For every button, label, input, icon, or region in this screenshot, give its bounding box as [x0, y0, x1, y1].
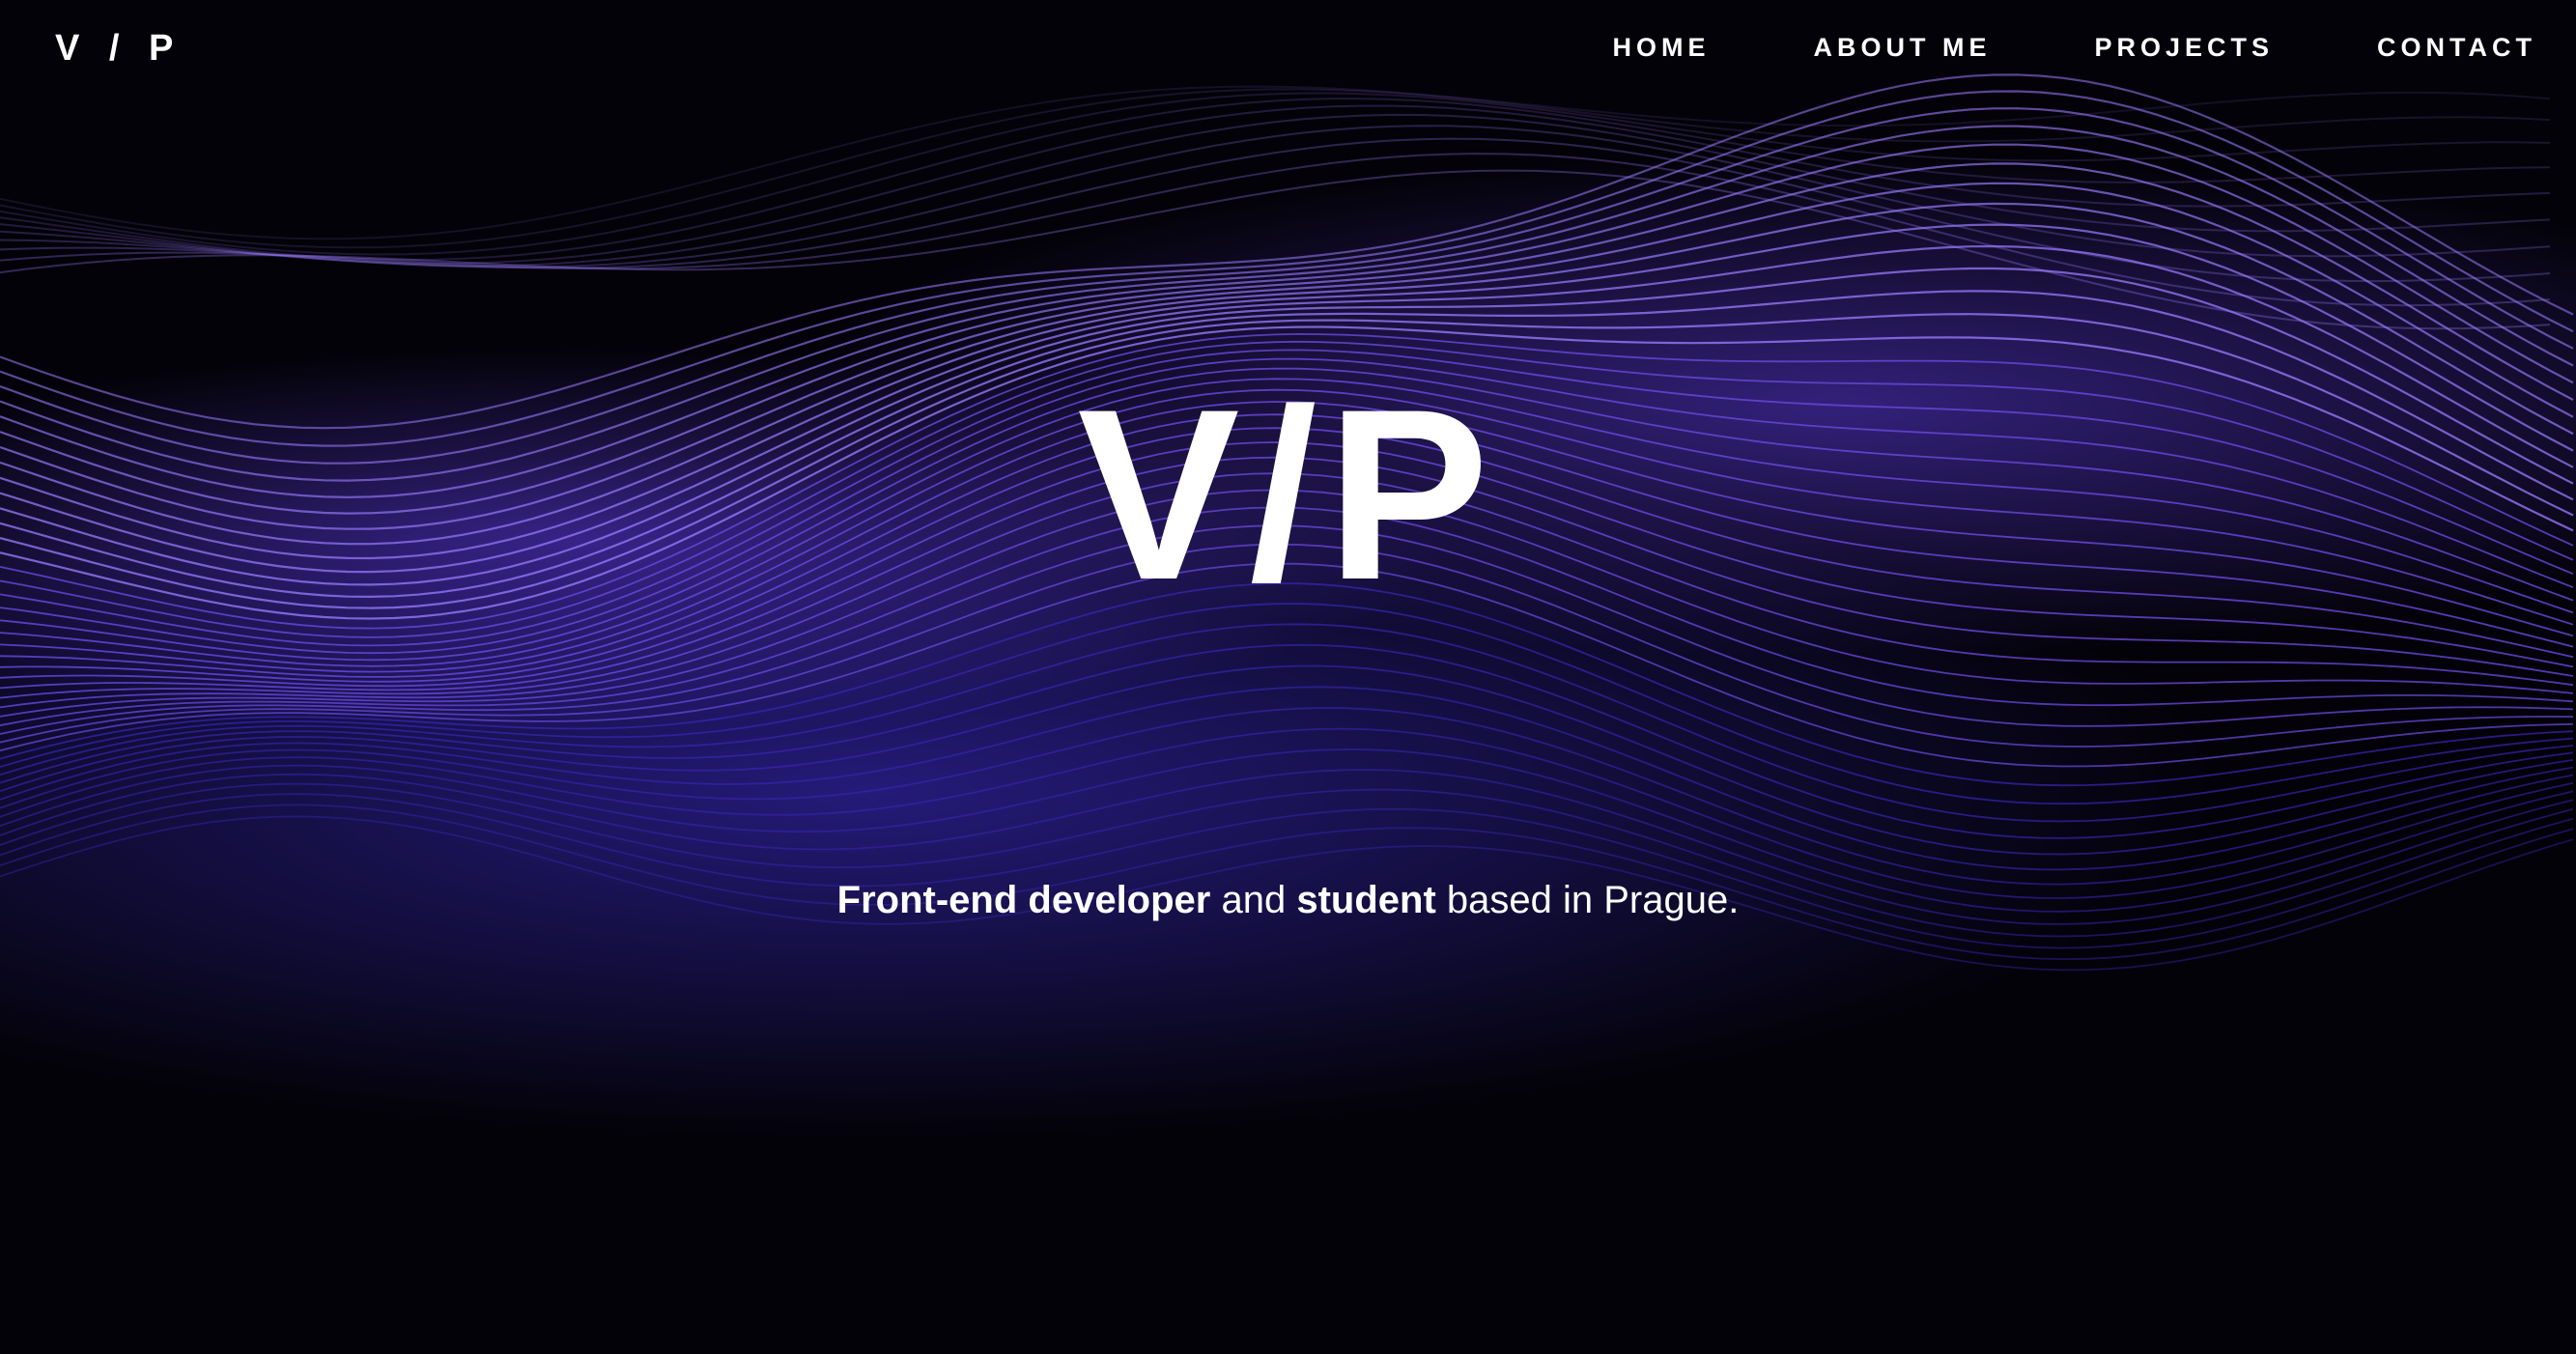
nav-item-home: HOME [1612, 31, 1710, 64]
nav-item-contact: CONTACT [2377, 31, 2536, 64]
top-navigation: V / P HOME ABOUT ME PROJECTS CONTACT [0, 0, 2576, 97]
tagline-and: and [1210, 879, 1297, 921]
site-logo[interactable]: V / P [55, 27, 183, 70]
page: V / P HOME ABOUT ME PROJECTS CONTACT V/P… [0, 0, 2576, 1354]
nav-item-about-me: ABOUT ME [1813, 31, 1991, 64]
nav-link-home[interactable]: HOME [1612, 31, 1710, 64]
nav-link-contact[interactable]: CONTACT [2377, 31, 2536, 64]
wave-background [0, 0, 2576, 1354]
hero-tagline: Front-end developer and student based in… [0, 874, 2576, 926]
nav-menu: HOME ABOUT ME PROJECTS CONTACT [1612, 31, 2536, 64]
nav-link-about-me[interactable]: ABOUT ME [1813, 31, 1991, 64]
tagline-role: Front-end developer [836, 879, 1211, 921]
nav-link-projects[interactable]: PROJECTS [2094, 31, 2274, 64]
hero-title: V/P [1077, 359, 1499, 631]
nav-item-projects: PROJECTS [2094, 31, 2274, 64]
tagline-rest: based in Prague. [1435, 879, 1740, 921]
tagline-status: student [1296, 879, 1436, 921]
